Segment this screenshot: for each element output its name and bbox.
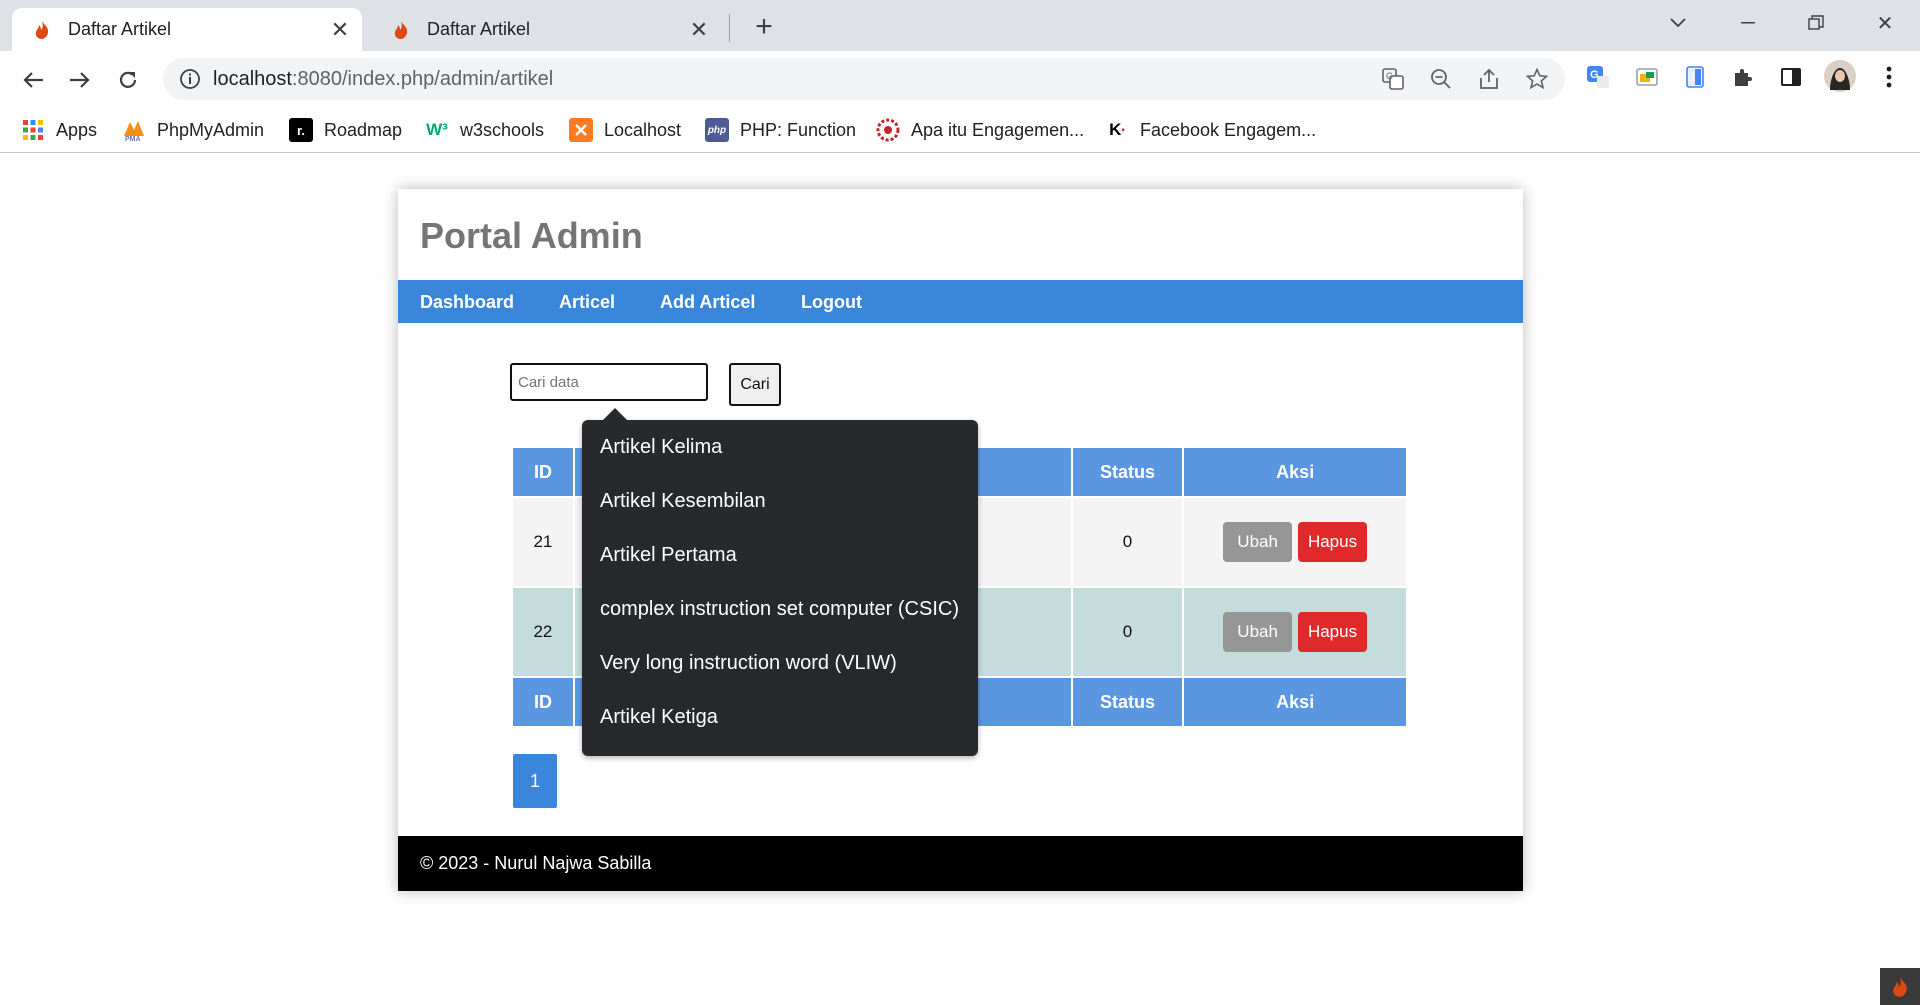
restore-icon[interactable] [1793, 6, 1839, 40]
back-arrow-icon[interactable] [16, 63, 50, 97]
new-tab-icon[interactable]: + [747, 10, 781, 44]
bookmark-label: PhpMyAdmin [157, 119, 265, 140]
zoom-out-icon[interactable] [1429, 67, 1453, 91]
cell-id: 22 [513, 588, 573, 676]
svg-text:G: G [1386, 71, 1393, 81]
col-aksi: Aksi [1184, 678, 1406, 726]
page-title: Portal Admin [420, 215, 643, 256]
cell-id: 21 [513, 498, 573, 586]
page-viewport: Portal Admin Dashboard Articel Add Artic… [0, 153, 1920, 1005]
autocomplete-item[interactable]: Artikel Ketiga [600, 706, 718, 729]
extensions-puzzle-icon[interactable] [1730, 64, 1756, 90]
bookmark-label: Localhost [604, 119, 682, 140]
nav-dashboard[interactable]: Dashboard [420, 292, 514, 313]
bookmark-apps[interactable]: Apps [21, 117, 97, 143]
tab-separator [729, 14, 730, 42]
minimize-icon[interactable] [1725, 6, 1771, 40]
bookmark-localhost[interactable]: Localhost [569, 117, 681, 143]
cell-status: 0 [1072, 498, 1183, 586]
dropdown-pointer [602, 408, 628, 421]
col-status: Status [1072, 448, 1183, 496]
close-tab-icon[interactable]: ✕ [326, 16, 354, 44]
autocomplete-dropdown: Artikel Kelima Artikel Kesembilan Artike… [582, 408, 978, 756]
bookmark-apa-itu-engagemen[interactable]: Apa itu Engagemen... [876, 117, 1084, 143]
tab-strip: Daftar Artikel ✕ Daftar Artikel ✕ + ✕ [0, 0, 1920, 51]
bookmark-phpmyadmin[interactable]: PMA PhpMyAdmin [122, 117, 264, 143]
roadmap-icon: r. [289, 118, 313, 142]
phpmyadmin-icon: PMA [122, 118, 146, 142]
autocomplete-item[interactable]: complex instruction set computer (CSIC) [600, 598, 959, 621]
tab-title: Daftar Artikel [427, 19, 531, 39]
search-input[interactable] [510, 363, 708, 401]
bookmark-label: w3schools [460, 119, 545, 140]
engagement-icon [876, 118, 900, 142]
nav-add-articel[interactable]: Add Articel [660, 292, 755, 313]
hapus-button[interactable]: Hapus [1297, 522, 1368, 562]
tab-title: Daftar Artikel [68, 19, 172, 39]
profile-avatar[interactable] [1824, 60, 1856, 92]
bookmark-roadmap[interactable]: r. Roadmap [289, 117, 402, 143]
forward-arrow-icon[interactable] [63, 63, 97, 97]
menu-kebab-icon[interactable] [1876, 64, 1902, 90]
cell-aksi: Ubah Hapus [1184, 588, 1406, 676]
col-id: ID [513, 678, 573, 726]
cell-status: 0 [1072, 588, 1183, 676]
w3schools-icon: W³ [426, 120, 448, 139]
translate-icon[interactable]: G [1381, 67, 1405, 91]
col-status: Status [1072, 678, 1183, 726]
bookmarks-bar: Apps PMA PhpMyAdmin r. Roadmap W³ w3scho… [0, 107, 1920, 153]
k-logo-icon: K ▪ [1105, 118, 1129, 142]
autocomplete-item[interactable]: Artikel Kesembilan [600, 490, 766, 513]
address-bar[interactable]: localhost:8080/index.php/admin/artikel G [163, 58, 1565, 100]
codeigniter-debug-toolbar-icon[interactable] [1880, 968, 1920, 1005]
bookmark-php-function[interactable]: php PHP: Function [705, 117, 856, 143]
bookmark-star-icon[interactable] [1525, 67, 1549, 91]
col-id: ID [513, 448, 573, 496]
main-nav: Dashboard Articel Add Articel Logout [398, 280, 1523, 323]
browser-toolbar: localhost:8080/index.php/admin/artikel G [0, 51, 1920, 107]
ubah-button[interactable]: Ubah [1223, 612, 1292, 652]
footer-text: © 2023 - Nurul Najwa Sabilla [420, 853, 652, 873]
bookmark-label: Apps [56, 119, 98, 140]
cast-extension-icon[interactable] [1634, 64, 1660, 90]
svg-text:PMA: PMA [125, 136, 141, 142]
cell-aksi: Ubah Hapus [1184, 498, 1406, 586]
bookmark-label: Roadmap [324, 119, 403, 140]
autocomplete-item[interactable]: Artikel Kelima [600, 436, 722, 459]
bookmark-label: PHP: Function [740, 119, 857, 140]
page-footer: © 2023 - Nurul Najwa Sabilla [398, 836, 1523, 891]
php-icon: php [705, 118, 729, 142]
bookmark-w3schools[interactable]: W³ w3schools [425, 117, 544, 143]
share-icon[interactable] [1477, 67, 1501, 91]
reload-icon[interactable] [111, 63, 145, 97]
codeigniter-flame-icon [391, 20, 411, 40]
site-info-icon[interactable] [179, 68, 201, 90]
col-aksi: Aksi [1184, 448, 1406, 496]
search-button[interactable]: Cari [729, 363, 781, 406]
nav-articel[interactable]: Articel [559, 292, 615, 313]
autocomplete-item[interactable]: Very long instruction word (VLIW) [600, 652, 897, 675]
bookmark-facebook-engagem[interactable]: K ▪ Facebook Engagem... [1105, 117, 1316, 143]
bookmark-label: Facebook Engagem... [1140, 119, 1317, 140]
codeigniter-flame-icon [32, 20, 52, 40]
hapus-button[interactable]: Hapus [1297, 612, 1368, 652]
clipboard-extension-icon[interactable] [1682, 64, 1708, 90]
tab-daftar-artikel-2[interactable]: Daftar Artikel ✕ [371, 8, 721, 51]
pagination-page-1[interactable]: 1 [513, 754, 557, 808]
page-header: Portal Admin [398, 189, 1523, 280]
bookmark-label: Apa itu Engagemen... [911, 119, 1085, 140]
apps-grid-icon [21, 118, 45, 142]
close-window-icon[interactable]: ✕ [1862, 6, 1908, 40]
side-panel-icon[interactable] [1778, 64, 1804, 90]
tab-search-chevron-icon[interactable] [1655, 6, 1701, 40]
autocomplete-item[interactable]: Artikel Pertama [600, 544, 737, 567]
ubah-button[interactable]: Ubah [1223, 522, 1292, 562]
url-text: localhost:8080/index.php/admin/artikel [213, 68, 554, 90]
nav-logout[interactable]: Logout [801, 292, 862, 313]
xampp-icon [569, 118, 593, 142]
google-translate-extension-icon[interactable]: G [1585, 64, 1611, 90]
close-tab-icon[interactable]: ✕ [685, 16, 713, 44]
tab-daftar-artikel-1[interactable]: Daftar Artikel ✕ [12, 8, 362, 51]
